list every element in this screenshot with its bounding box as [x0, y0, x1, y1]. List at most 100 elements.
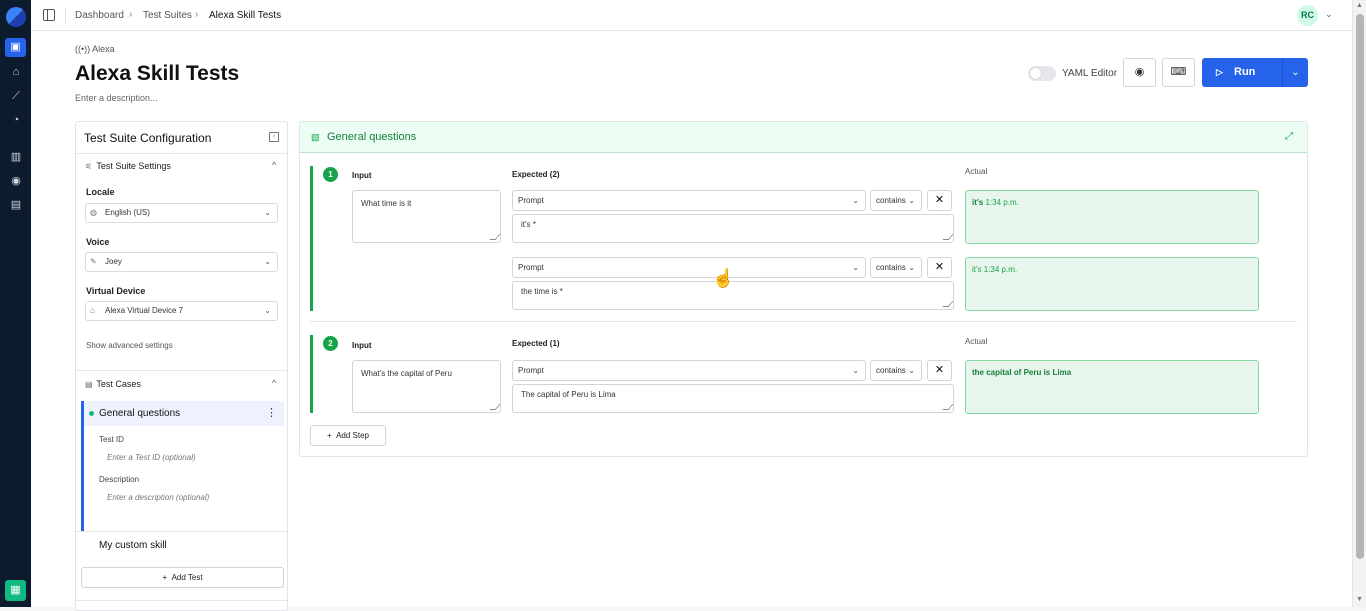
- description-label: Description: [99, 475, 140, 484]
- test-suites-icon[interactable]: ▣: [5, 38, 26, 57]
- config-title: Test Suite Configuration: [84, 131, 212, 145]
- divider: [65, 8, 66, 23]
- run-options-button[interactable]: ⌄: [1282, 58, 1308, 87]
- test-description-input[interactable]: Enter a description (optional): [107, 493, 209, 502]
- yaml-editor-toggle[interactable]: [1028, 66, 1056, 81]
- page-title[interactable]: Alexa Skill Tests: [75, 62, 239, 86]
- globe-icon: ◍: [90, 208, 97, 217]
- run-button[interactable]: ▷ Run: [1202, 58, 1282, 87]
- expectation-type-select[interactable]: Prompt ⌄: [512, 360, 866, 381]
- chevron-up-icon[interactable]: ^: [272, 378, 276, 388]
- chevron-up-icon[interactable]: ^: [272, 160, 276, 170]
- breadcrumb-test-suites[interactable]: Test Suites: [143, 10, 192, 21]
- input-textarea[interactable]: What time is it: [352, 190, 501, 243]
- location-button[interactable]: ◉: [1123, 58, 1156, 87]
- bot-icon[interactable]: ⌂: [8, 64, 24, 80]
- divider: [76, 531, 287, 532]
- expected-label: Expected (1): [512, 339, 560, 348]
- chat-icon[interactable]: ▤: [8, 197, 24, 213]
- app-logo[interactable]: [6, 7, 26, 27]
- locale-value: English (US): [105, 208, 150, 217]
- operator-select[interactable]: contains ⌄: [870, 257, 922, 278]
- scroll-up-icon[interactable]: ▲: [1356, 2, 1363, 9]
- top-bar: Dashboard › Test Suites › Alexa Skill Te…: [31, 0, 1352, 31]
- expectation-type-select[interactable]: Prompt ⌄: [512, 190, 866, 211]
- more-options-icon[interactable]: ⋮: [266, 406, 277, 419]
- operator-select[interactable]: contains ⌄: [870, 360, 922, 381]
- expand-icon[interactable]: ⤢: [1285, 131, 1293, 142]
- expected-value-textarea[interactable]: it's *: [512, 214, 954, 243]
- input-label: Input: [352, 171, 372, 180]
- remove-expectation-button[interactable]: ✕: [927, 257, 952, 278]
- actual-text: 1:34 p.m.: [983, 198, 1019, 207]
- platform-label: Alexa: [92, 44, 115, 54]
- device-value: Alexa Virtual Device 7: [105, 306, 184, 315]
- pointer-cursor-icon: ☝: [712, 268, 735, 288]
- chevron-down-icon: ⌄: [264, 257, 271, 266]
- gauge-icon[interactable]: ◔: [8, 112, 24, 128]
- locale-label: Locale: [86, 187, 115, 197]
- remove-expectation-button[interactable]: ✕: [927, 360, 952, 381]
- chart-icon[interactable]: ⟋: [8, 88, 24, 104]
- expectation-type-value: Prompt: [518, 263, 544, 272]
- input-textarea[interactable]: What's the capital of Peru: [352, 360, 501, 413]
- scroll-down-icon[interactable]: ▼: [1356, 596, 1363, 603]
- operator-select[interactable]: contains ⌄: [870, 190, 922, 211]
- test-case-header: ▧ General questions ⤢: [300, 122, 1307, 153]
- sidebar-toggle-icon[interactable]: [43, 9, 55, 21]
- chevron-down-icon: ⌄: [264, 306, 271, 315]
- page-scrollbar[interactable]: ▲ ▼: [1352, 0, 1366, 607]
- actual-response: it's 1:34 p.m.: [965, 190, 1259, 244]
- test-case-item[interactable]: My custom skill: [99, 540, 167, 551]
- device-select[interactable]: ⌂ Alexa Virtual Device 7 ⌄: [85, 301, 278, 321]
- suite-config-panel: Test Suite Configuration ‹ ⚟ Test Suite …: [75, 121, 288, 611]
- collapse-panel-icon[interactable]: ‹: [269, 132, 279, 142]
- voice-value: Joey: [105, 257, 122, 266]
- add-step-label: Add Step: [336, 431, 370, 440]
- expectation-type-select[interactable]: Prompt ⌄: [512, 257, 866, 278]
- settings-section-header[interactable]: ⚟ Test Suite Settings: [85, 161, 171, 171]
- test-id-input[interactable]: Enter a Test ID (optional): [107, 453, 196, 462]
- app-rail: ▣ ⌂ ⟋ ◔ ▥ ◉ ▤ ▦: [0, 0, 31, 607]
- run-label: Run: [1234, 66, 1256, 78]
- actual-match: it's: [972, 198, 984, 207]
- book-icon[interactable]: ▥: [8, 149, 24, 165]
- chevron-down-icon: ⌄: [908, 263, 915, 272]
- step-indicator: [310, 166, 313, 311]
- device-label: Virtual Device: [86, 286, 146, 296]
- operator-value: contains: [876, 263, 906, 272]
- test-cases-header[interactable]: ▤ Test Cases: [85, 379, 141, 389]
- advanced-settings-link[interactable]: Show advanced settings: [86, 341, 173, 350]
- breadcrumb-dashboard[interactable]: Dashboard: [75, 10, 124, 21]
- main-content: ((•)) Alexa Alexa Skill Tests Enter a de…: [31, 31, 1352, 611]
- test-id-label: Test ID: [99, 435, 124, 444]
- description-input[interactable]: Enter a description...: [75, 93, 158, 103]
- suite-platform: ((•)) Alexa: [75, 44, 115, 54]
- test-case-panel: ▧ General questions ⤢ 1 Input Expected (…: [299, 121, 1308, 457]
- test-case-name[interactable]: General questions: [99, 408, 180, 419]
- step-number: 2: [323, 336, 338, 351]
- locale-select[interactable]: ◍ English (US) ⌄: [85, 203, 278, 223]
- voice-select[interactable]: ✎ Joey ⌄: [85, 252, 278, 272]
- add-step-button[interactable]: + Add Step: [310, 425, 386, 446]
- chevron-down-icon: ⌄: [852, 263, 859, 272]
- step-divider: [310, 321, 1297, 322]
- expectation-type-value: Prompt: [518, 366, 544, 375]
- expected-value-textarea[interactable]: The capital of Peru is Lima: [512, 384, 954, 413]
- step-number: 1: [323, 167, 338, 182]
- chevron-right-icon: ›: [129, 9, 133, 20]
- avatar[interactable]: RC: [1297, 5, 1318, 26]
- scrollbar-thumb[interactable]: [1356, 14, 1364, 559]
- add-test-button[interactable]: + Add Test: [81, 567, 284, 588]
- test-case-title[interactable]: General questions: [327, 131, 416, 143]
- step-indicator: [310, 335, 313, 413]
- location-icon[interactable]: ◉: [8, 173, 24, 189]
- actual-label: Actual: [965, 167, 988, 176]
- workspace-icon[interactable]: ▦: [5, 580, 26, 601]
- chevron-down-icon: ⌄: [852, 366, 859, 375]
- operator-value: contains: [876, 366, 906, 375]
- keyboard-button[interactable]: ⌨: [1162, 58, 1195, 87]
- remove-expectation-button[interactable]: ✕: [927, 190, 952, 211]
- actual-match: the capital of Peru is Lima: [972, 368, 1072, 377]
- chevron-down-icon[interactable]: ⌄: [1325, 9, 1333, 20]
